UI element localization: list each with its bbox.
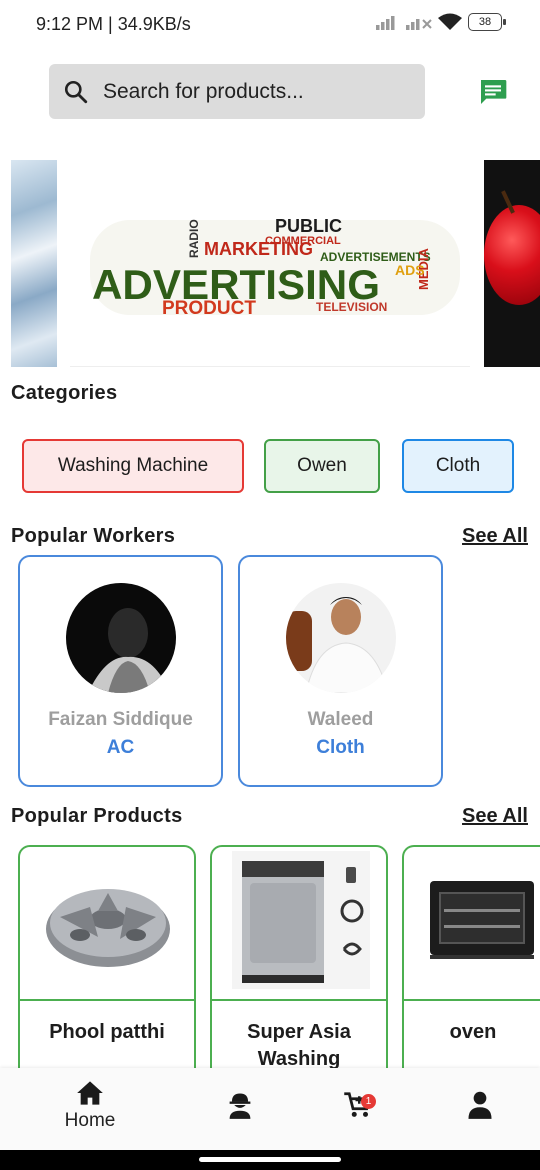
product-divider <box>212 999 386 1001</box>
worker-avatar <box>66 583 176 693</box>
nav-home[interactable]: Home <box>40 1068 140 1150</box>
nav-profile[interactable] <box>430 1068 530 1150</box>
workers-see-all-link[interactable]: See All <box>462 525 528 548</box>
banner-slide-advertising[interactable]: PRODUCT TELEVISION ADVERTISING MARKETING… <box>70 160 470 367</box>
worker-name: Faizan Siddique <box>48 709 193 730</box>
banner-word-9: ADS <box>395 262 425 278</box>
search-icon <box>64 80 88 103</box>
product-divider <box>20 999 194 1001</box>
product-card[interactable]: oven <box>402 845 540 1085</box>
signal-icon <box>376 16 395 30</box>
product-card[interactable]: Phool patthi <box>18 845 196 1085</box>
category-chip-owen[interactable]: Owen <box>264 439 380 493</box>
signal-no-service-icon <box>406 19 432 30</box>
worker-card[interactable]: Faizan Siddique AC <box>18 555 223 787</box>
nav-cart[interactable]: 1 <box>308 1068 408 1150</box>
cart-badge: 1 <box>361 1094 376 1109</box>
profile-icon <box>468 1091 492 1119</box>
popular-products-title: Popular Products <box>11 805 183 827</box>
nav-home-label: Home <box>64 1110 116 1131</box>
banner-slide-sky[interactable] <box>11 160 57 367</box>
search-bar[interactable] <box>49 64 425 119</box>
worker-category: Cloth <box>316 737 365 758</box>
category-chip-label: Washing Machine <box>57 455 209 476</box>
category-chip-label: Cloth <box>435 455 481 476</box>
status-bar: 9:12 PM | 34.9KB/s 38 <box>0 0 540 50</box>
worker-avatar <box>286 583 396 693</box>
product-name: Super Asia Washing <box>247 1021 351 1070</box>
home-indicator[interactable] <box>199 1157 341 1162</box>
category-chip-label: Owen <box>297 455 347 476</box>
bottom-nav: Home 1 <box>0 1068 540 1150</box>
battery-level: 38 <box>478 16 492 28</box>
banner-word-7: RADIO <box>187 219 201 258</box>
wifi-icon <box>438 13 462 30</box>
product-card[interactable]: Super Asia Washing <box>210 845 388 1085</box>
product-image <box>404 847 540 999</box>
banner-carousel[interactable]: PRODUCT TELEVISION ADVERTISING MARKETING… <box>0 160 540 367</box>
worker-name: Waleed <box>307 709 374 730</box>
apple-image <box>484 205 540 305</box>
category-chip-cloth[interactable]: Cloth <box>402 439 514 493</box>
nav-workers[interactable] <box>190 1068 290 1150</box>
category-chip-washing-machine[interactable]: Washing Machine <box>22 439 244 493</box>
status-time-speed: 9:12 PM | 34.9KB/s <box>36 14 191 34</box>
product-name: oven <box>449 1021 497 1043</box>
banner-slide-apple[interactable] <box>484 160 540 367</box>
banner-word-5: COMMERCIAL <box>265 235 341 247</box>
banner-word-2: PUBLIC <box>275 216 342 236</box>
popular-workers-title: Popular Workers <box>11 525 176 547</box>
categories-title: Categories <box>11 382 118 404</box>
products-see-all-link[interactable]: See All <box>462 805 528 828</box>
worker-category: AC <box>106 737 135 758</box>
worker-card[interactable]: Waleed Cloth <box>238 555 443 787</box>
banner-word-0: ADVERTISING <box>92 261 380 308</box>
worker-helmet-icon <box>229 1093 251 1119</box>
search-input[interactable] <box>103 79 393 104</box>
status-icons: 38 <box>376 13 506 31</box>
home-icon <box>77 1081 103 1105</box>
chat-icon[interactable] <box>477 76 509 108</box>
battery-icon: 38 <box>468 13 506 31</box>
product-image <box>20 847 194 999</box>
product-image <box>212 847 386 999</box>
product-name: Phool patthi <box>49 1021 165 1043</box>
product-divider <box>404 999 540 1001</box>
advertising-word-cloud: PRODUCT TELEVISION ADVERTISING MARKETING… <box>90 216 460 319</box>
